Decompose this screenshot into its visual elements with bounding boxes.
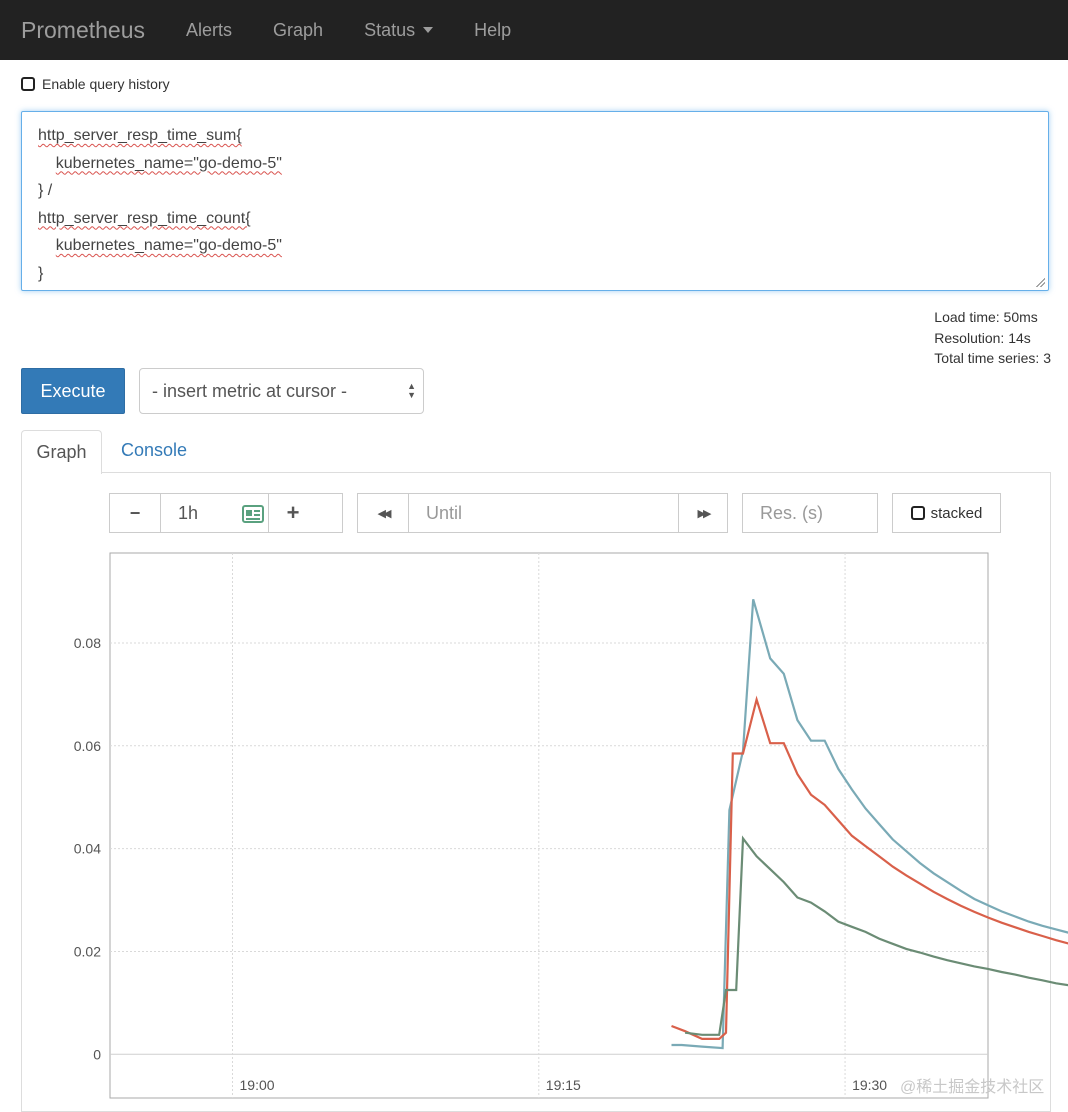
y-tick-label: 0.08: [74, 635, 101, 651]
y-tick-label: 0.06: [74, 738, 101, 754]
x-tick-label: 19:15: [546, 1077, 581, 1093]
y-tick-label: 0.04: [74, 841, 101, 857]
plot-frame: [110, 553, 988, 1098]
tab-graph[interactable]: Graph: [21, 430, 102, 474]
watermark: @稀土掘金技术社区: [900, 1073, 1044, 1097]
series-line-3: [685, 838, 1068, 1034]
x-tick-label: 19:00: [240, 1077, 275, 1093]
chart-axes: 00.020.040.060.0819:0019:1519:3019:45: [74, 635, 1068, 1093]
series-line-2: [672, 700, 1068, 1039]
chart-series: [672, 599, 1068, 1048]
x-tick-label: 19:30: [852, 1077, 887, 1093]
y-tick-label: 0: [93, 1046, 101, 1062]
chart-grid: [110, 553, 1068, 1098]
graph-chart: 00.020.040.060.0819:0019:1519:3019:45: [0, 0, 1068, 1102]
y-tick-label: 0.02: [74, 943, 101, 959]
